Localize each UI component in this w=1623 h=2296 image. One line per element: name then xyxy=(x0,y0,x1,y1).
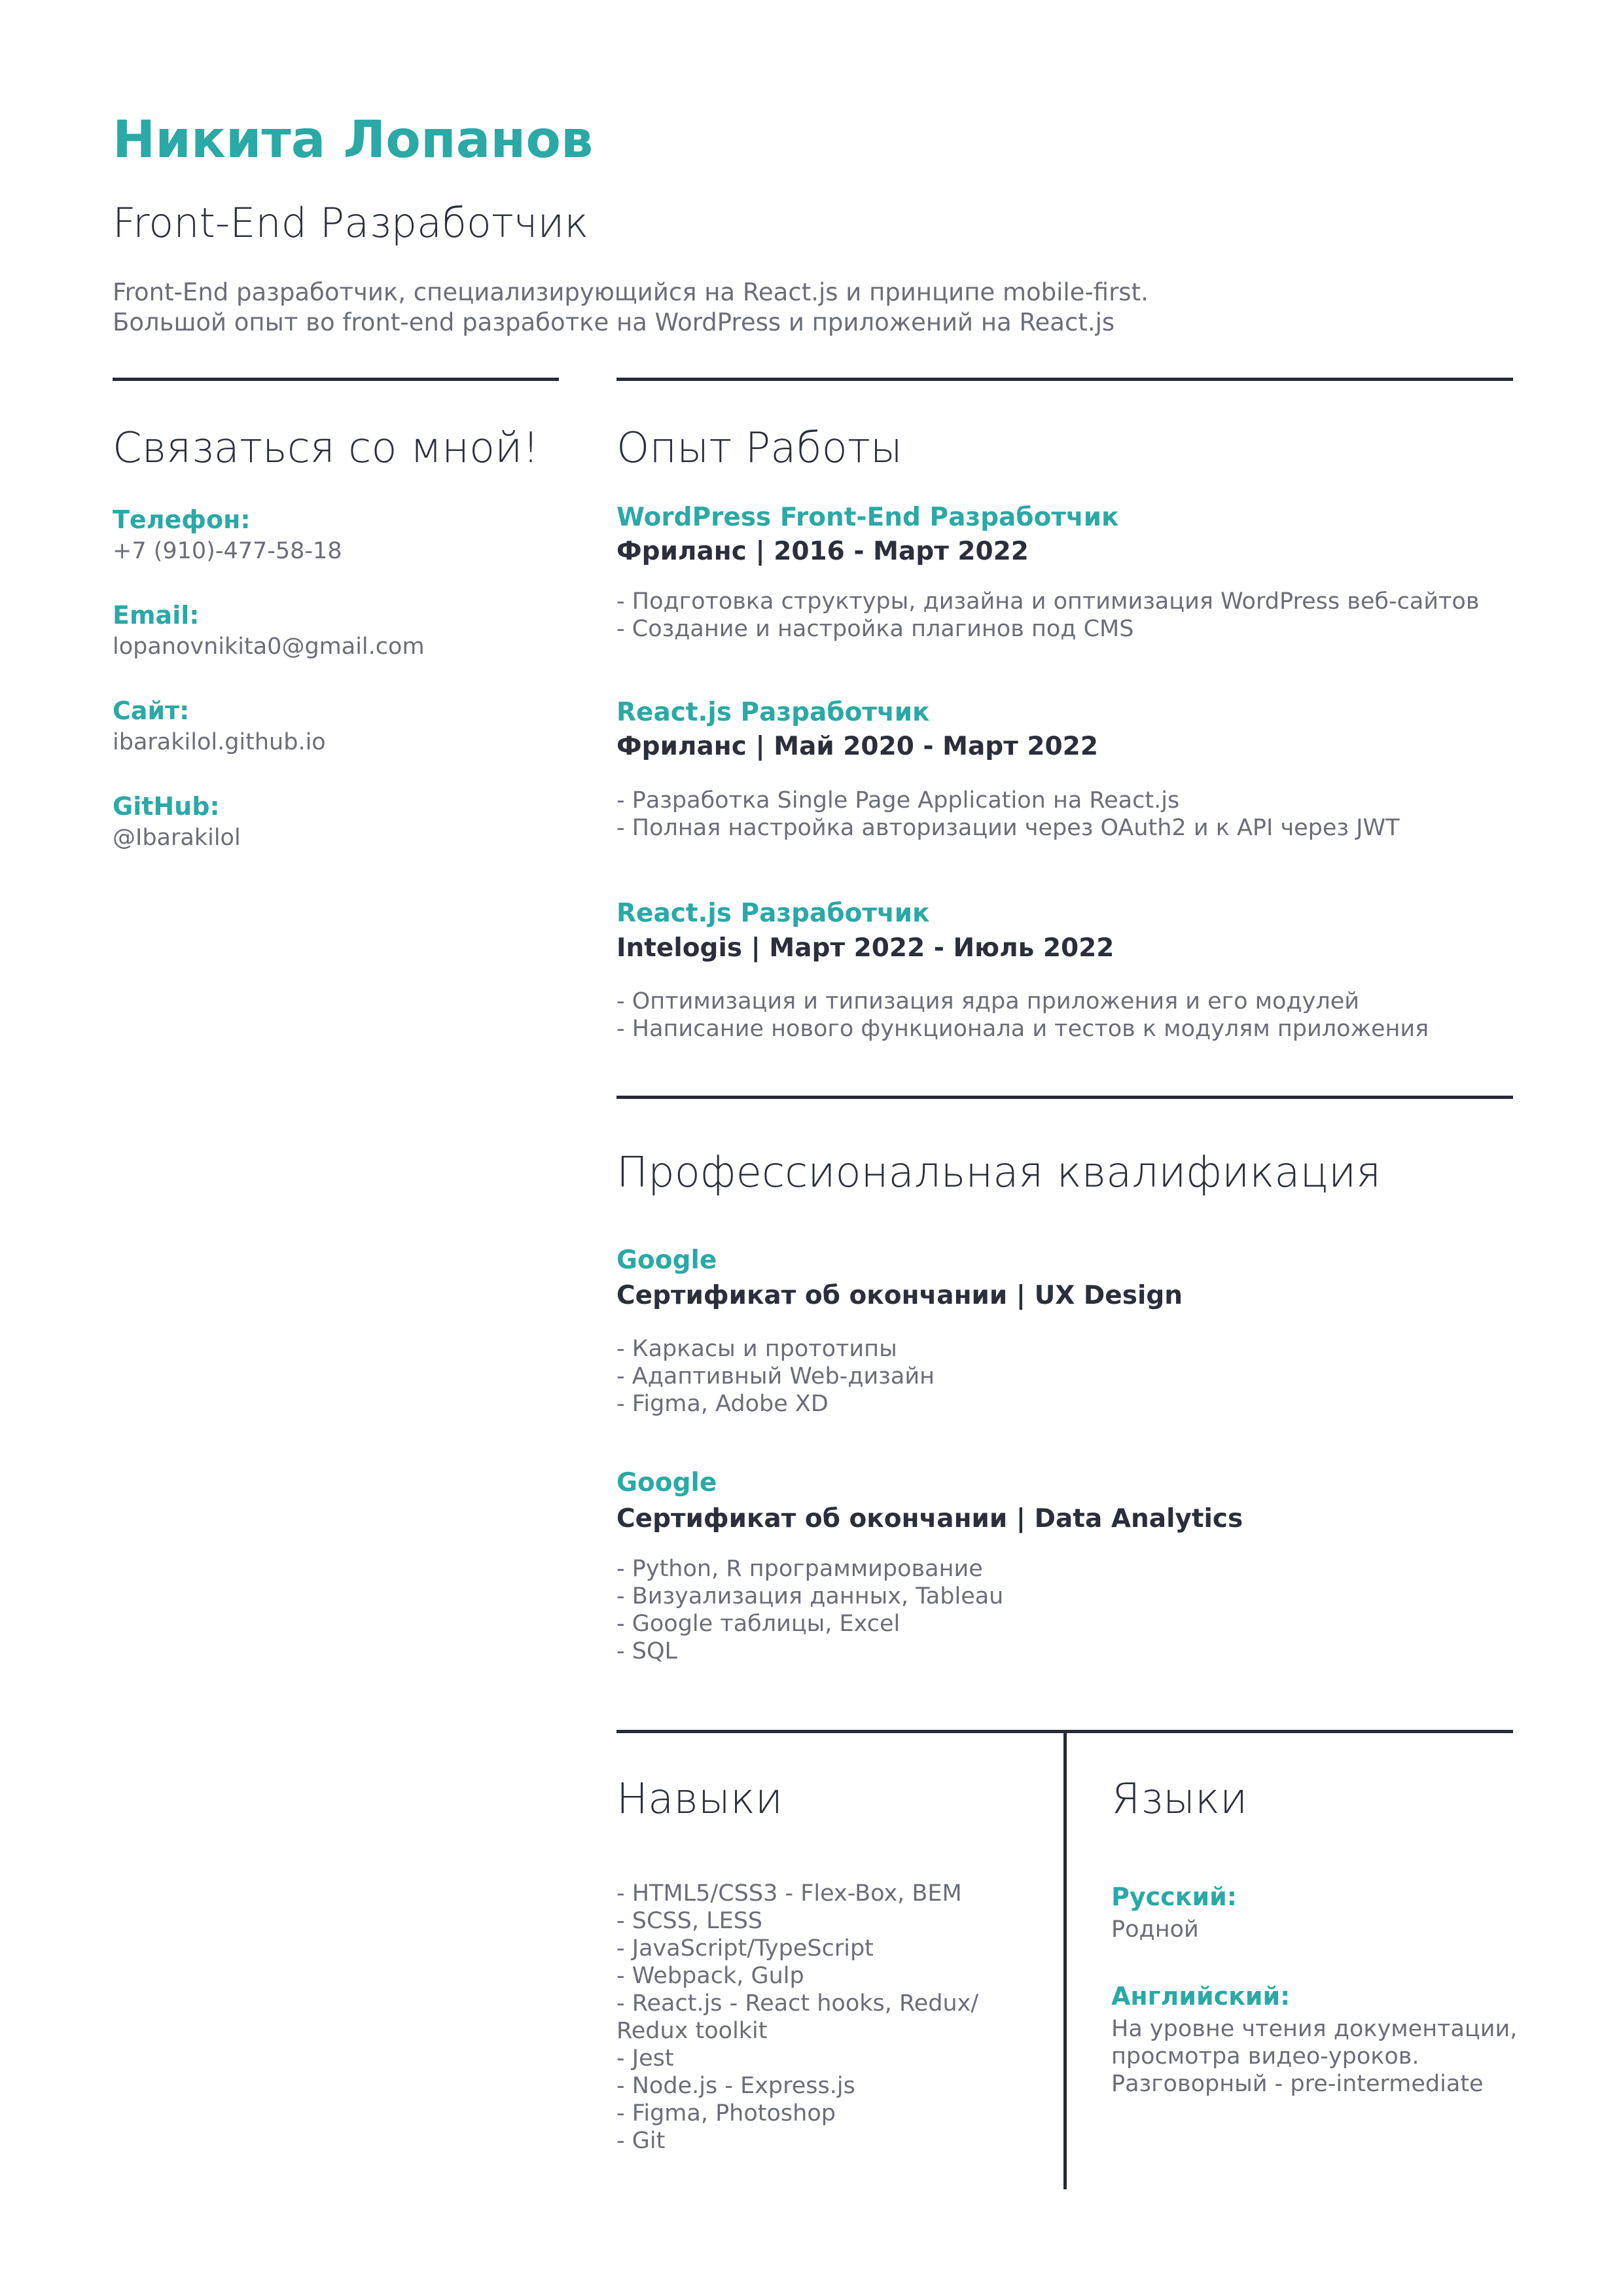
person-name: Никита Лопанов xyxy=(113,111,594,170)
contact-value-phone[interactable]: +7 (910)-477-58-18 xyxy=(113,538,342,564)
bullet-item: - Оптимизация и типизация ядра приложени… xyxy=(616,988,1359,1014)
summary-line: Front-End разработчик, специализирующийс… xyxy=(113,278,1149,306)
experience-heading: Опыт Работы xyxy=(616,424,902,473)
skill-item: - Figma, Photoshop xyxy=(616,2100,836,2126)
job-org: Фриланс | 2016 - Март 2022 xyxy=(616,537,1029,566)
bullet-item: - Написание нового функционала и тестов … xyxy=(616,1016,1429,1042)
bullet-item: - Полная настройка авторизации через OAu… xyxy=(616,815,1400,841)
job-role: React.js Разработчик xyxy=(616,698,930,727)
skill-item: - React.js - React hooks, Redux/ xyxy=(616,1990,979,2017)
divider xyxy=(616,1096,1513,1099)
contact-label-github: GitHub: xyxy=(113,792,220,821)
divider xyxy=(616,378,1513,381)
skill-item: - JavaScript/TypeScript xyxy=(616,1935,874,1962)
bullet-item: - Разработка Single Page Application на … xyxy=(616,787,1180,814)
job-bullets: - Разработка Single Page Application на … xyxy=(616,787,1399,842)
bullet-item: - Визуализация данных, Tableau xyxy=(616,1583,1004,1609)
skill-item: Redux toolkit xyxy=(616,2018,768,2044)
language-level-line: Разговорный - pre-intermediate xyxy=(1111,2071,1484,2097)
divider xyxy=(113,378,559,381)
job-org: Фриланс | Май 2020 - Март 2022 xyxy=(616,732,1098,761)
bullet-item: - Python, R программирование xyxy=(616,1556,983,1582)
summary-line: Большой опыт во front-end разработке на … xyxy=(113,308,1115,336)
job-role: React.js Разработчик xyxy=(616,899,930,928)
language-label: Русский: xyxy=(1111,1882,1237,1911)
contact-value-site[interactable]: ibarakilol.github.io xyxy=(113,729,326,755)
qualification-bullets: - Python, R программирование - Визуализа… xyxy=(616,1555,1003,1665)
bullet-item: - Google таблицы, Excel xyxy=(616,1611,901,1637)
qualifications-heading: Профессиональная квалификация xyxy=(616,1149,1382,1197)
language-level: На уровне чтения документации, просмотра… xyxy=(1111,2015,1517,2098)
skill-item: - Git xyxy=(616,2128,666,2154)
bullet-item: - Адаптивный Web-дизайн xyxy=(616,1363,935,1390)
bullet-item: - Figma, Adobe XD xyxy=(616,1391,829,1417)
contact-label-phone: Телефон: xyxy=(113,505,251,534)
language-level-line: Родной xyxy=(1111,1916,1199,1943)
qualification-title: Сертификат об окончании | UX Design xyxy=(616,1281,1183,1310)
skills-list: - HTML5/CSS3 - Flex-Box, BEM - SCSS, LES… xyxy=(616,1880,978,2155)
contact-label-email: Email: xyxy=(113,601,200,630)
contact-value-email[interactable]: lopanovnikita0@gmail.com xyxy=(113,634,425,660)
skill-item: - Jest xyxy=(616,2045,674,2072)
job-title: Front-End Разработчик xyxy=(113,199,589,247)
qualification-title: Сертификат об окончании | Data Analytics xyxy=(616,1504,1243,1534)
skill-item: - Webpack, Gulp xyxy=(616,1963,804,1989)
bullet-item: - Создание и настройка плагинов под CMS xyxy=(616,616,1134,642)
qualification-bullets: - Каркасы и прототипы - Адаптивный Web-д… xyxy=(616,1335,935,1418)
language-level-line: На уровне чтения документации, xyxy=(1111,2016,1518,2042)
bullet-item: - Подготовка структуры, дизайна и оптими… xyxy=(616,588,1480,615)
languages-heading: Языки xyxy=(1111,1775,1248,1823)
skill-item: - SCSS, LESS xyxy=(616,1908,763,1934)
bullet-item: - Каркасы и прототипы xyxy=(616,1336,897,1362)
job-role: WordPress Front-End Разработчик xyxy=(616,503,1119,532)
skills-heading: Навыки xyxy=(616,1775,783,1823)
contact-value-github[interactable]: @Ibarakilol xyxy=(113,825,241,851)
skill-item: - Node.js - Express.js xyxy=(616,2073,855,2099)
language-label: Английский: xyxy=(1111,1982,1291,2011)
job-org: Intelogis | Март 2022 - Июль 2022 xyxy=(616,933,1115,963)
column-divider xyxy=(1063,1730,1067,2189)
language-level-line: просмотра видео-уроков. xyxy=(1111,2043,1419,2070)
language-level: Родной xyxy=(1111,1916,1199,1943)
skill-item: - HTML5/CSS3 - Flex-Box, BEM xyxy=(616,1880,962,1907)
qualification-issuer: Google xyxy=(616,1246,717,1275)
bullet-item: - SQL xyxy=(616,1638,678,1664)
job-bullets: - Оптимизация и типизация ядра приложени… xyxy=(616,988,1429,1043)
summary: Front-End разработчик, специализирующийс… xyxy=(113,278,1487,338)
job-bullets: - Подготовка структуры, дизайна и оптими… xyxy=(616,588,1479,643)
contacts-heading: Связаться со мной! xyxy=(113,424,539,473)
qualification-issuer: Google xyxy=(616,1468,717,1498)
contact-label-site: Сайт: xyxy=(113,696,190,725)
